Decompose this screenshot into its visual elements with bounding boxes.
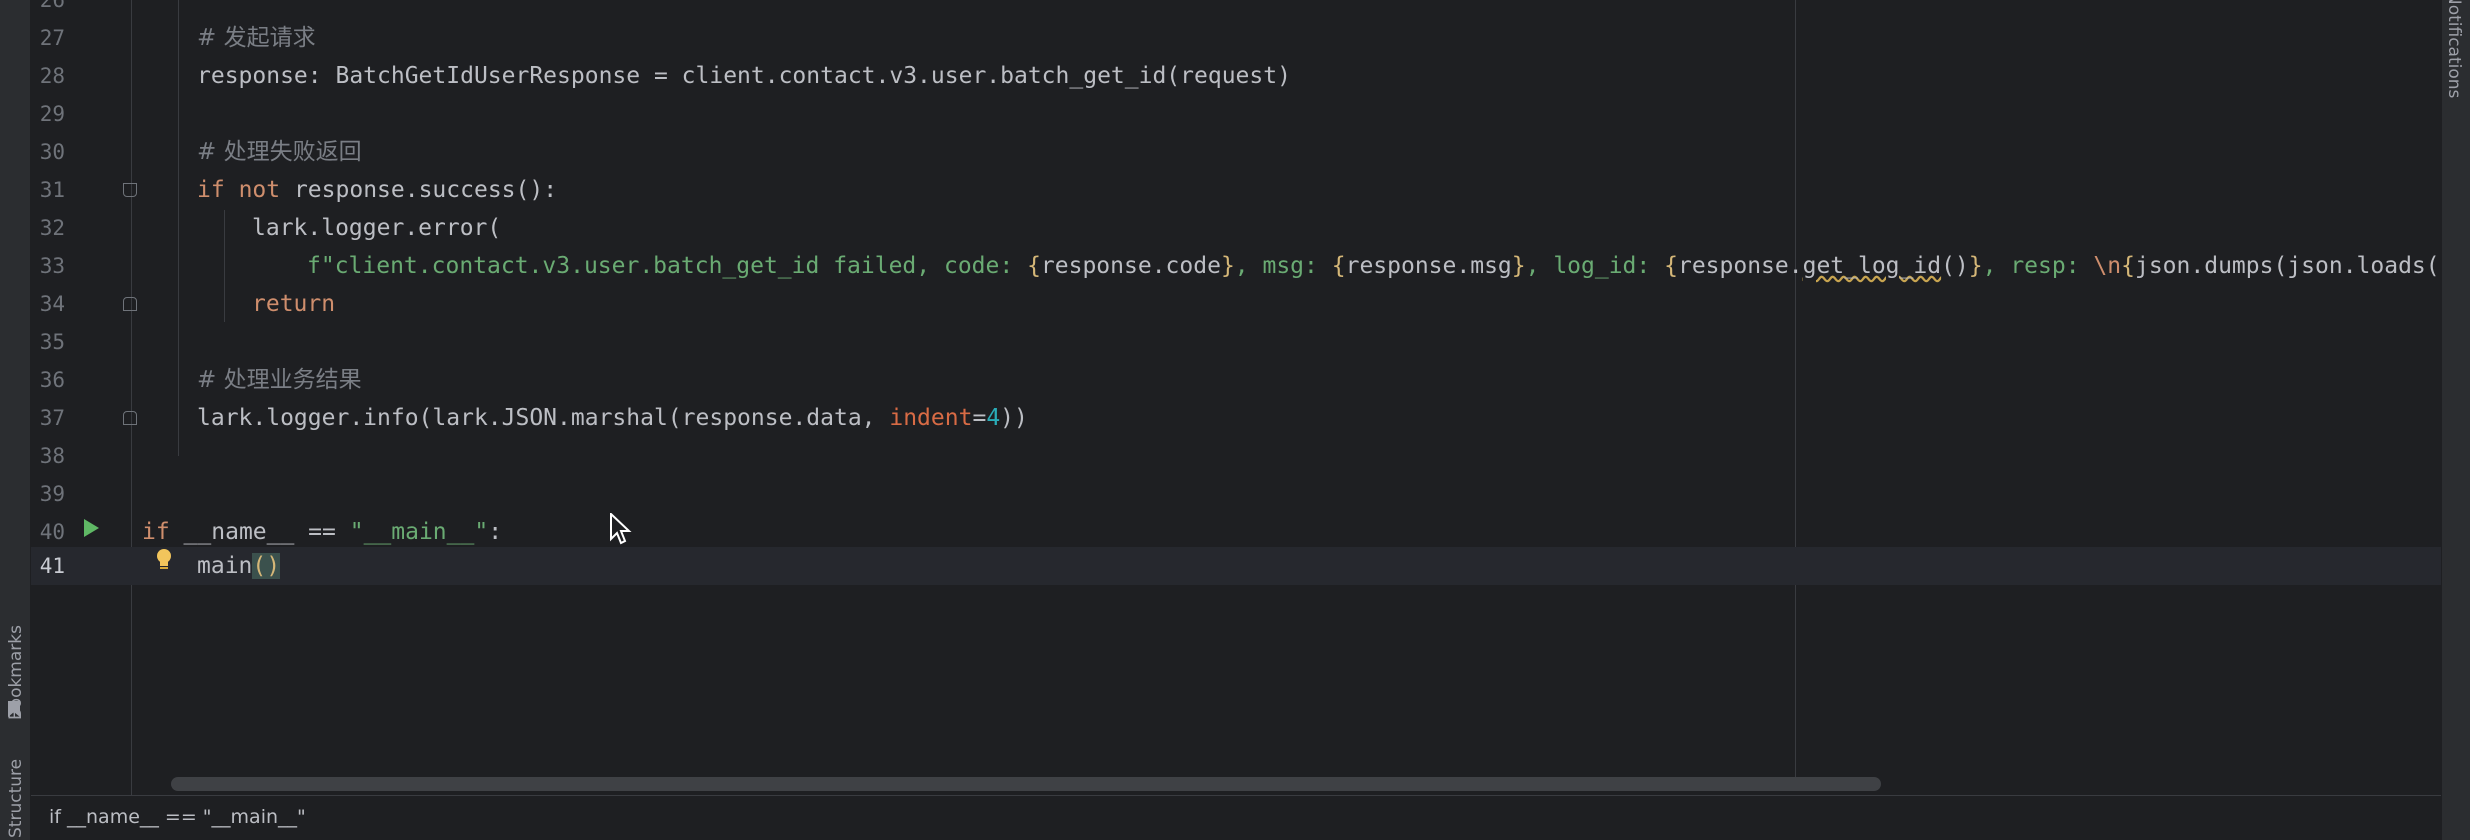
code-line-32: 32 lark.logger.error( (31, 209, 2441, 247)
line-number: 28 (39, 64, 65, 88)
string-segment: f"client.contact.v3.user.batch_get_id fa… (307, 253, 1028, 279)
named-parameter: indent (889, 405, 973, 431)
code-text: # 处理失败返回 (197, 133, 362, 171)
line-number: 33 (39, 254, 65, 278)
keyword: if (142, 519, 170, 545)
comment: # 处理业务结果 (197, 367, 362, 393)
brace: } (1968, 253, 1983, 279)
code-line-40: 40 if __name__ == "__main__": (31, 513, 2441, 551)
brace: } (1220, 253, 1235, 279)
code-line-31: 31 if not response.success(): (31, 171, 2441, 209)
tab-notifications-label: Notifications (2444, 0, 2464, 99)
brace: { (1664, 253, 1678, 279)
code-line-37: 37 lark.logger.info(lark.JSON.marshal(re… (31, 399, 2441, 437)
code-line-27: 27 # 发起请求 (31, 19, 2441, 57)
right-tool-stripe: Notifications (2441, 0, 2470, 840)
code-segment: )) (1000, 405, 1028, 431)
line-number: 35 (39, 330, 65, 354)
fold-marker[interactable] (123, 297, 137, 311)
comment: # 处理失败返回 (197, 139, 362, 165)
code-text: # 处理业务结果 (197, 361, 362, 399)
code-line-26: 26 (31, 0, 2441, 19)
brace: { (1027, 253, 1041, 279)
code-segment: json.dumps(json.loads(r (2134, 253, 2441, 279)
code-line-28: 28 response: BatchGetIdUserResponse = cl… (31, 57, 2441, 95)
brace: } (1511, 253, 1526, 279)
line-number: 26 (39, 0, 65, 12)
string-segment: , msg: (1234, 253, 1332, 279)
code-text: response: BatchGetIdUserResponse = clien… (197, 63, 1291, 89)
line-number: 40 (39, 520, 65, 544)
string-segment: , resp: (1982, 253, 2094, 279)
comment: # 发起请求 (197, 25, 316, 51)
brace: { (2121, 253, 2135, 279)
code-text: # 发起请求 (197, 19, 316, 57)
code-line-38: 38 (31, 437, 2441, 475)
line-number: 31 (39, 178, 65, 202)
line-number: 39 (39, 482, 65, 506)
line-number: 37 (39, 406, 65, 430)
code-text: if __name__ == "__main__": (142, 513, 502, 551)
code-segment: __name__ == (169, 519, 350, 545)
line-number: 34 (39, 292, 65, 316)
number-literal: 4 (986, 405, 1001, 431)
code-line-39: 39 (31, 475, 2441, 513)
keyword: return (252, 291, 336, 317)
code-segment: response.code (1040, 253, 1221, 279)
line-number: 32 (39, 216, 65, 240)
code-line-34: 34 return (31, 285, 2441, 323)
ide-window: Bookmarks Structure Notifications 26 27 … (0, 0, 2470, 840)
tab-notifications[interactable]: Notifications (2442, 0, 2466, 110)
brace: { (1331, 253, 1346, 279)
code-segment: lark.logger.info(lark.JSON.marshal(respo… (197, 405, 890, 431)
escape-sequence: \n (2093, 253, 2122, 279)
line-number: 41 (39, 554, 65, 578)
code-text: lark.logger.error( (252, 215, 502, 241)
matched-paren: ( (252, 553, 267, 579)
code-line-41-current: 41 main() (31, 547, 2441, 585)
line-number: 36 (39, 368, 65, 392)
intention-bulb-icon[interactable] (155, 548, 173, 572)
tab-structure-label: Structure (6, 758, 26, 838)
run-gutter-icon[interactable] (84, 519, 99, 537)
code-segment: response.msg (1345, 253, 1512, 279)
code-segment: response.success(): (280, 177, 558, 203)
code-text: if not response.success(): (197, 171, 557, 209)
matched-paren: ) (266, 553, 281, 579)
tab-bookmarks-label: Bookmarks (6, 625, 26, 720)
string-literal: "__main__" (349, 519, 489, 545)
fold-marker[interactable] (123, 411, 137, 425)
line-number: 30 (39, 140, 65, 164)
function-call: main (197, 553, 253, 579)
keyword: if (197, 177, 225, 203)
breadcrumb[interactable]: if __name__ == "__main__" (49, 806, 306, 828)
fold-marker[interactable] (123, 183, 137, 197)
code-segment: = (972, 405, 987, 431)
warning-underline-segment: get_log_id (1802, 253, 1942, 279)
line-number: 38 (39, 444, 65, 468)
code-segment: () (1941, 253, 1969, 279)
code-segment: response. (1677, 253, 1803, 279)
mouse-pointer-icon (610, 513, 632, 545)
breadcrumb-bar: if __name__ == "__main__" (31, 795, 2441, 840)
code-text: f"client.contact.v3.user.batch_get_id fa… (307, 247, 2441, 285)
code-line-33: 33 f"client.contact.v3.user.batch_get_id… (31, 247, 2441, 285)
code-line-35: 35 (31, 323, 2441, 361)
code-editor[interactable]: 26 27 # 发起请求 28 response: BatchGetIdUser… (31, 0, 2441, 795)
code-line-36: 36 # 处理业务结果 (31, 361, 2441, 399)
code-text: return (252, 285, 335, 323)
code-text: lark.logger.info(lark.JSON.marshal(respo… (197, 399, 1028, 437)
code-text: main() (197, 547, 281, 585)
line-number: 29 (39, 102, 65, 126)
code-line-30: 30 # 处理失败返回 (31, 133, 2441, 171)
keyword: not (238, 177, 281, 203)
code-line-29: 29 (31, 95, 2441, 133)
string-segment: , log_id: (1525, 253, 1665, 279)
horizontal-scrollbar[interactable] (171, 777, 1881, 791)
left-tool-stripe: Bookmarks Structure (0, 0, 31, 840)
code-segment: : (488, 519, 503, 545)
line-number: 27 (39, 26, 65, 50)
